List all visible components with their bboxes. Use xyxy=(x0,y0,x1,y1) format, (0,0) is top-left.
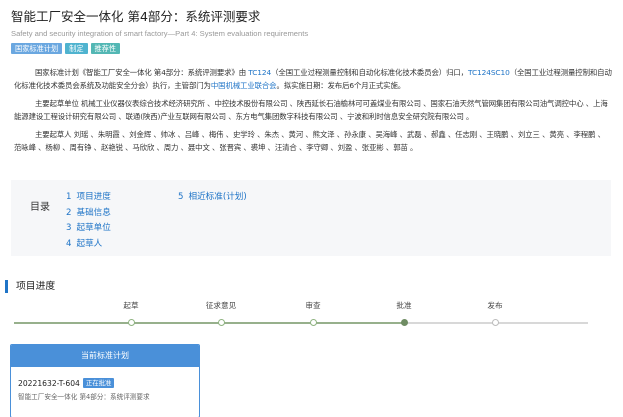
toc-column: 1 项目进度 2 基础信息 3 起草单位 4 起草人 xyxy=(66,190,111,252)
timeline-step-label: 批准 xyxy=(396,301,412,310)
progress-section-title: 项目进度 xyxy=(16,281,56,292)
timeline-step-dot xyxy=(400,319,408,326)
timeline-step-dot xyxy=(217,319,225,326)
table-of-contents: 目录 1 项目进度 2 基础信息 3 起草单位 4 起草人 5 相近标准(计划) xyxy=(11,180,611,256)
page-title: 智能工厂安全一体化 第4部分：系统评测要求 xyxy=(11,9,261,24)
timeline-step-approval: 批准 xyxy=(374,300,434,326)
tc124-link[interactable]: TC124 xyxy=(248,68,271,77)
current-plan-card[interactable]: 当前标准计划 20221632-T-604 正在批准 智能工厂安全一体化 第4部… xyxy=(10,344,200,417)
toc-item-label: 基础信息 xyxy=(76,207,111,218)
summary-text: 国家标准计划《智能工厂安全一体化 第4部分：系统评测要求》由 xyxy=(35,68,249,77)
toc-item-label: 起草单位 xyxy=(76,223,111,233)
toc-title: 目录 xyxy=(30,202,50,213)
drafting-units-paragraph: 主要起草单位 机械工业仪器仪表综合技术经济研究所 、中控技术股份有限公司 、陕西… xyxy=(14,98,608,122)
badge-develop-type: 制定 xyxy=(65,43,88,54)
toc-item-basic-info[interactable]: 2 基础信息 xyxy=(66,206,111,222)
toc-item-label: 项目进度 xyxy=(76,192,111,202)
toc-column: 5 相近标准(计划) xyxy=(178,190,247,206)
toc-item-related-standards[interactable]: 5 相近标准(计划) xyxy=(178,190,247,206)
page-subtitle: Safety and security integration of smart… xyxy=(11,29,309,38)
status-badge: 正在批准 xyxy=(82,378,115,388)
drafters-paragraph: 主要起草人 刘瑶 、朱明霞 、刘金辉 、帅冰 、吕峰 、梅伟 、史学玲 、朱杰 … xyxy=(14,129,605,153)
toc-item-number: 2 xyxy=(66,207,72,218)
standard-header: 智能工厂安全一体化 第4部分：系统评测要求 Safety and securit… xyxy=(11,9,611,54)
plan-code: 20221632-T-604 xyxy=(18,378,80,388)
description: 国家标准计划《智能工厂安全一体化 第4部分：系统评测要求》由 TC124（全国工… xyxy=(14,66,612,158)
toc-item-number: 1 xyxy=(66,192,72,202)
timeline-step-label: 发布 xyxy=(487,301,503,310)
toc-item-label: 起草人 xyxy=(76,238,103,249)
timeline-step-draft: 起草 xyxy=(101,300,161,326)
plan-name: 智能工厂安全一体化 第4部分：系统评测要求 xyxy=(18,393,150,401)
toc-item-number: 4 xyxy=(66,238,72,249)
toc-item-progress[interactable]: 1 项目进度 xyxy=(66,190,111,206)
timeline-step-dot xyxy=(491,319,499,326)
summary-text: 。拟实施日期：发布后6个月正式实施。 xyxy=(276,81,406,91)
card-header: 当前标准计划 xyxy=(11,345,199,367)
section-accent-bar xyxy=(5,280,8,293)
timeline-step-publish: 发布 xyxy=(465,300,525,326)
summary-text: （全国工业过程测量控制和自动化标准化技术委员会）归口， xyxy=(271,68,468,77)
timeline-step-label: 征求意见 xyxy=(205,301,237,310)
toc-item-number: 3 xyxy=(66,223,72,233)
timeline-step-label: 审查 xyxy=(305,301,321,310)
badge-recommended: 推荐性 xyxy=(90,43,121,54)
timeline-step-dot xyxy=(309,319,317,326)
timeline-step-dot xyxy=(127,319,135,326)
badge-row: 国家标准计划 制定 推荐性 xyxy=(11,43,611,54)
toc-item-number: 5 xyxy=(178,192,184,202)
toc-item-drafters[interactable]: 4 起草人 xyxy=(66,237,111,253)
department-link[interactable]: 中国机械工业联合会 xyxy=(211,81,277,90)
card-code-row: 20221632-T-604 正在批准 xyxy=(18,378,199,388)
timeline-step-label: 起草 xyxy=(123,301,139,310)
summary-paragraph: 国家标准计划《智能工厂安全一体化 第4部分：系统评测要求》由 TC124（全国工… xyxy=(14,66,612,93)
toc-item-drafting-units[interactable]: 3 起草单位 xyxy=(66,221,111,237)
toc-item-label: 相近标准(计划) xyxy=(188,192,247,202)
progress-timeline: 起草 征求意见 审查 批准 发布 xyxy=(11,300,611,330)
timeline-step-review: 审查 xyxy=(283,300,343,326)
timeline-step-consultation: 征求意见 xyxy=(191,300,251,326)
tc124sc10-link[interactable]: TC124SC10 xyxy=(468,68,510,77)
badge-plan-type: 国家标准计划 xyxy=(11,43,63,54)
